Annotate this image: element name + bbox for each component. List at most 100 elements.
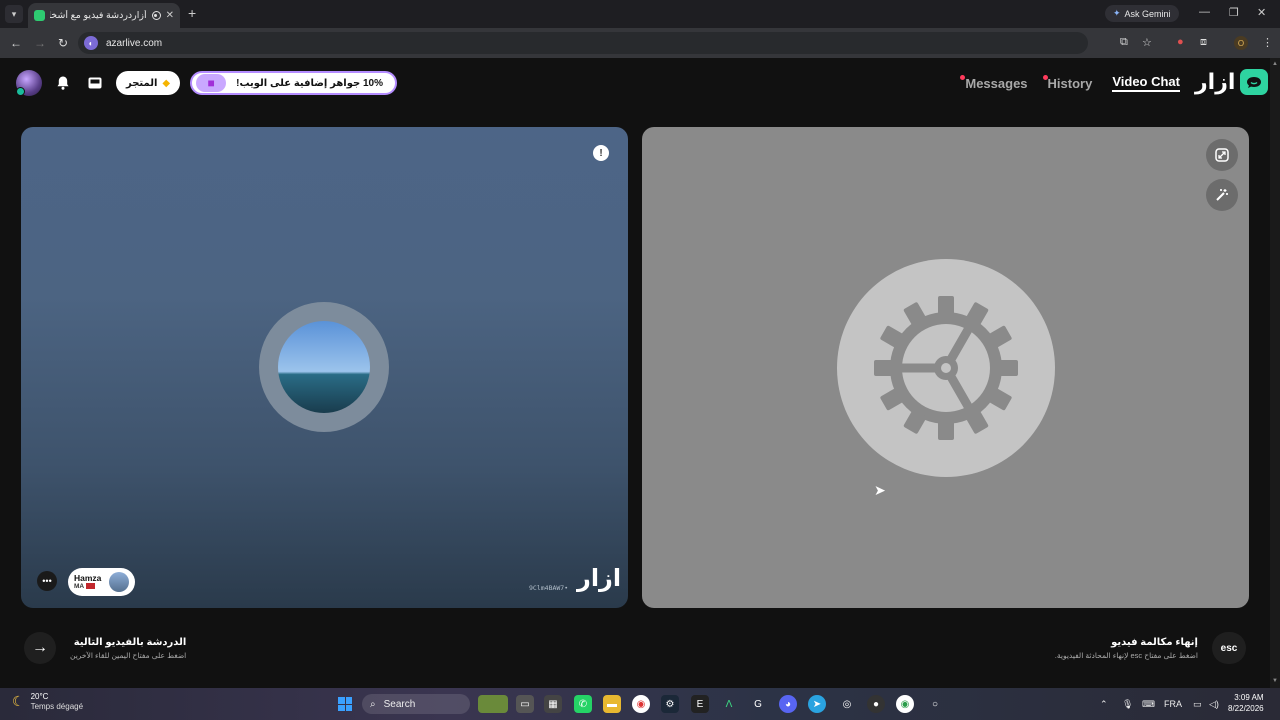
gemini-sparkle-icon: ✦ [1113,8,1121,18]
clock-time: 3:09 AM [1234,693,1264,702]
swap-view-icon[interactable] [1206,139,1238,171]
remote-user-avatar [109,572,130,592]
recording-icon [151,11,161,20]
inbox-icon[interactable] [84,72,106,94]
weather-widget[interactable]: ☾ 20°C Temps dégagé [12,692,83,711]
tab-search-icon[interactable]: ▾ [5,5,23,23]
app-g-icon[interactable]: G [749,695,767,713]
keyboard-icon[interactable]: ⌨ [1142,699,1155,710]
browser-tab-bar: ▾ أزاردردشة فيديو مع أشخاص ✕ + ✦ Ask Gem… [0,0,1280,28]
windows-start-icon[interactable] [338,697,352,711]
store-label: المتجر [126,77,158,89]
ask-gemini-label: Ask Gemini [1124,8,1171,19]
app-a-icon[interactable]: Λ [720,695,738,713]
scroll-down-icon[interactable]: ▼ [1272,678,1278,684]
install-app-icon[interactable]: ⧉ [1120,36,1128,49]
store-app-icon[interactable]: ▦ [544,695,562,713]
report-icon[interactable]: ! [593,145,609,161]
extension-badge-icon[interactable]: ● [1177,36,1184,48]
morocco-flag-icon [86,583,96,590]
url-text: azarlive.com [106,37,163,49]
temperature: 20°C [30,692,49,701]
local-video-panel [642,127,1249,608]
browser-menu-icon[interactable]: ⋮ [1262,36,1273,49]
next-chat-hint: → الدردشة بالفيديو التالية اضغط على مفتا… [24,632,186,664]
file-explorer-icon[interactable]: ▬ [603,695,621,713]
browser-tab[interactable]: أزاردردشة فيديو مع أشخاص ✕ [28,3,180,28]
new-tab-icon[interactable]: + [188,5,196,21]
chrome-alt-icon[interactable]: ◉ [896,695,914,713]
ask-gemini-button[interactable]: ✦ Ask Gemini [1105,5,1179,22]
esc-button[interactable]: esc [1212,632,1246,664]
gift-icon: ■ [196,74,227,92]
back-icon[interactable]: ← [10,36,22,50]
session-id: 9Clm4BAW7• [529,584,569,592]
chat-bubble-icon[interactable]: ••• [37,571,57,591]
task-view-icon[interactable]: ▭ [516,695,534,713]
web-gem-offer-button[interactable]: ■ 10% جواهر إضافية على الويب! [190,71,397,95]
azar-watermark: ازار [577,564,622,592]
user-avatar[interactable] [16,70,42,96]
forward-icon[interactable]: → [34,36,46,50]
bookmark-star-icon[interactable]: ☆ [1142,36,1152,49]
language-indicator[interactable]: FRA [1164,699,1182,709]
store-button[interactable]: المتجر ◆ [116,71,181,95]
taskbar-widget-icon[interactable] [478,695,508,713]
remote-video-panel: ! ••• Hamza MA 9Clm4BAW7• ازار [21,127,628,608]
azar-chat-logo-icon [1240,69,1269,95]
restore-icon[interactable]: ❐ [1229,6,1239,19]
mouse-cursor-icon: ➤ [874,482,886,498]
taskbar-clock[interactable]: 3:09 AM 8/22/2026 [1228,693,1264,715]
nav-history[interactable]: History [1042,74,1092,91]
tray-chevron-icon[interactable]: ⌃ [1100,699,1108,710]
weather-condition: Temps dégagé [30,701,84,711]
extensions-puzzle-icon[interactable]: ⧈ [1200,36,1207,49]
network-icon[interactable]: ▭ [1193,699,1202,710]
reload-icon[interactable]: ↻ [58,36,68,50]
site-info-icon[interactable]: ◐ [84,36,98,50]
scroll-up-icon[interactable]: ▲ [1272,61,1278,67]
remote-user-tag[interactable]: Hamza MA [68,568,136,596]
moon-icon: ☾ [12,693,25,710]
end-call-hint: إنهاء مكالمة فيديو اضغط على مفتاح esc لإ… [1055,632,1246,664]
close-tab-icon[interactable]: ✕ [166,10,174,21]
next-arrow-button[interactable]: → [24,632,56,664]
azar-favicon-icon [34,10,45,21]
whatsapp-icon[interactable]: ✆ [574,695,592,713]
nav-video-chat[interactable]: Video Chat [1112,74,1180,92]
address-bar-row: ← → ↻ ◐ azarlive.com ⧉ ☆ ● ⧈ ⋮ [0,28,1280,58]
microphone-icon[interactable]: 🎙 [1122,699,1133,710]
gem-offer-label: 10% جواهر إضافية على الويب! [236,77,383,89]
app-settings-icon[interactable]: ○ [926,695,944,713]
epic-games-icon[interactable]: E [691,695,709,713]
search-icon: ⌕ [370,698,376,710]
remote-user-photo [278,321,370,413]
gem-icon: ◆ [162,77,171,89]
notifications-bell-icon[interactable] [52,72,74,94]
app-record-icon[interactable]: ● [867,695,885,713]
remote-user-country: MA [74,583,101,590]
online-status-dot [16,87,25,96]
main-nav: Messages History Video Chat [960,74,1180,92]
tab-title: أزاردردشة فيديو مع أشخاص [50,10,147,21]
header-actions: المتجر ◆ ■ 10% جواهر إضافية على الويب! [16,70,397,96]
url-field[interactable]: ◐ azarlive.com [78,32,1088,54]
azar-logo[interactable]: ازار [1195,69,1269,95]
effects-wand-icon[interactable] [1206,179,1238,211]
steam-icon[interactable]: ⚙ [661,695,679,713]
app-capture-icon[interactable]: ◎ [838,695,856,713]
volume-icon[interactable]: ◁) [1209,699,1219,710]
logo-text: ازار [1195,69,1236,95]
nav-messages[interactable]: Messages [960,74,1028,91]
settings-gear-icon [874,296,1018,440]
close-window-icon[interactable]: ✕ [1257,6,1266,19]
profile-avatar[interactable]: O [1234,36,1248,50]
discord-icon[interactable]: ◕ [779,695,797,713]
chrome-icon[interactable]: ◉ [632,695,650,713]
taskbar-search-label: Search [383,698,416,710]
telegram-icon[interactable]: ➤ [808,695,826,713]
page-scrollbar[interactable] [1270,58,1280,688]
taskbar-search[interactable]: ⌕ Search [362,694,470,714]
minimize-icon[interactable]: — [1199,6,1210,18]
clock-date: 8/22/2026 [1228,703,1264,713]
